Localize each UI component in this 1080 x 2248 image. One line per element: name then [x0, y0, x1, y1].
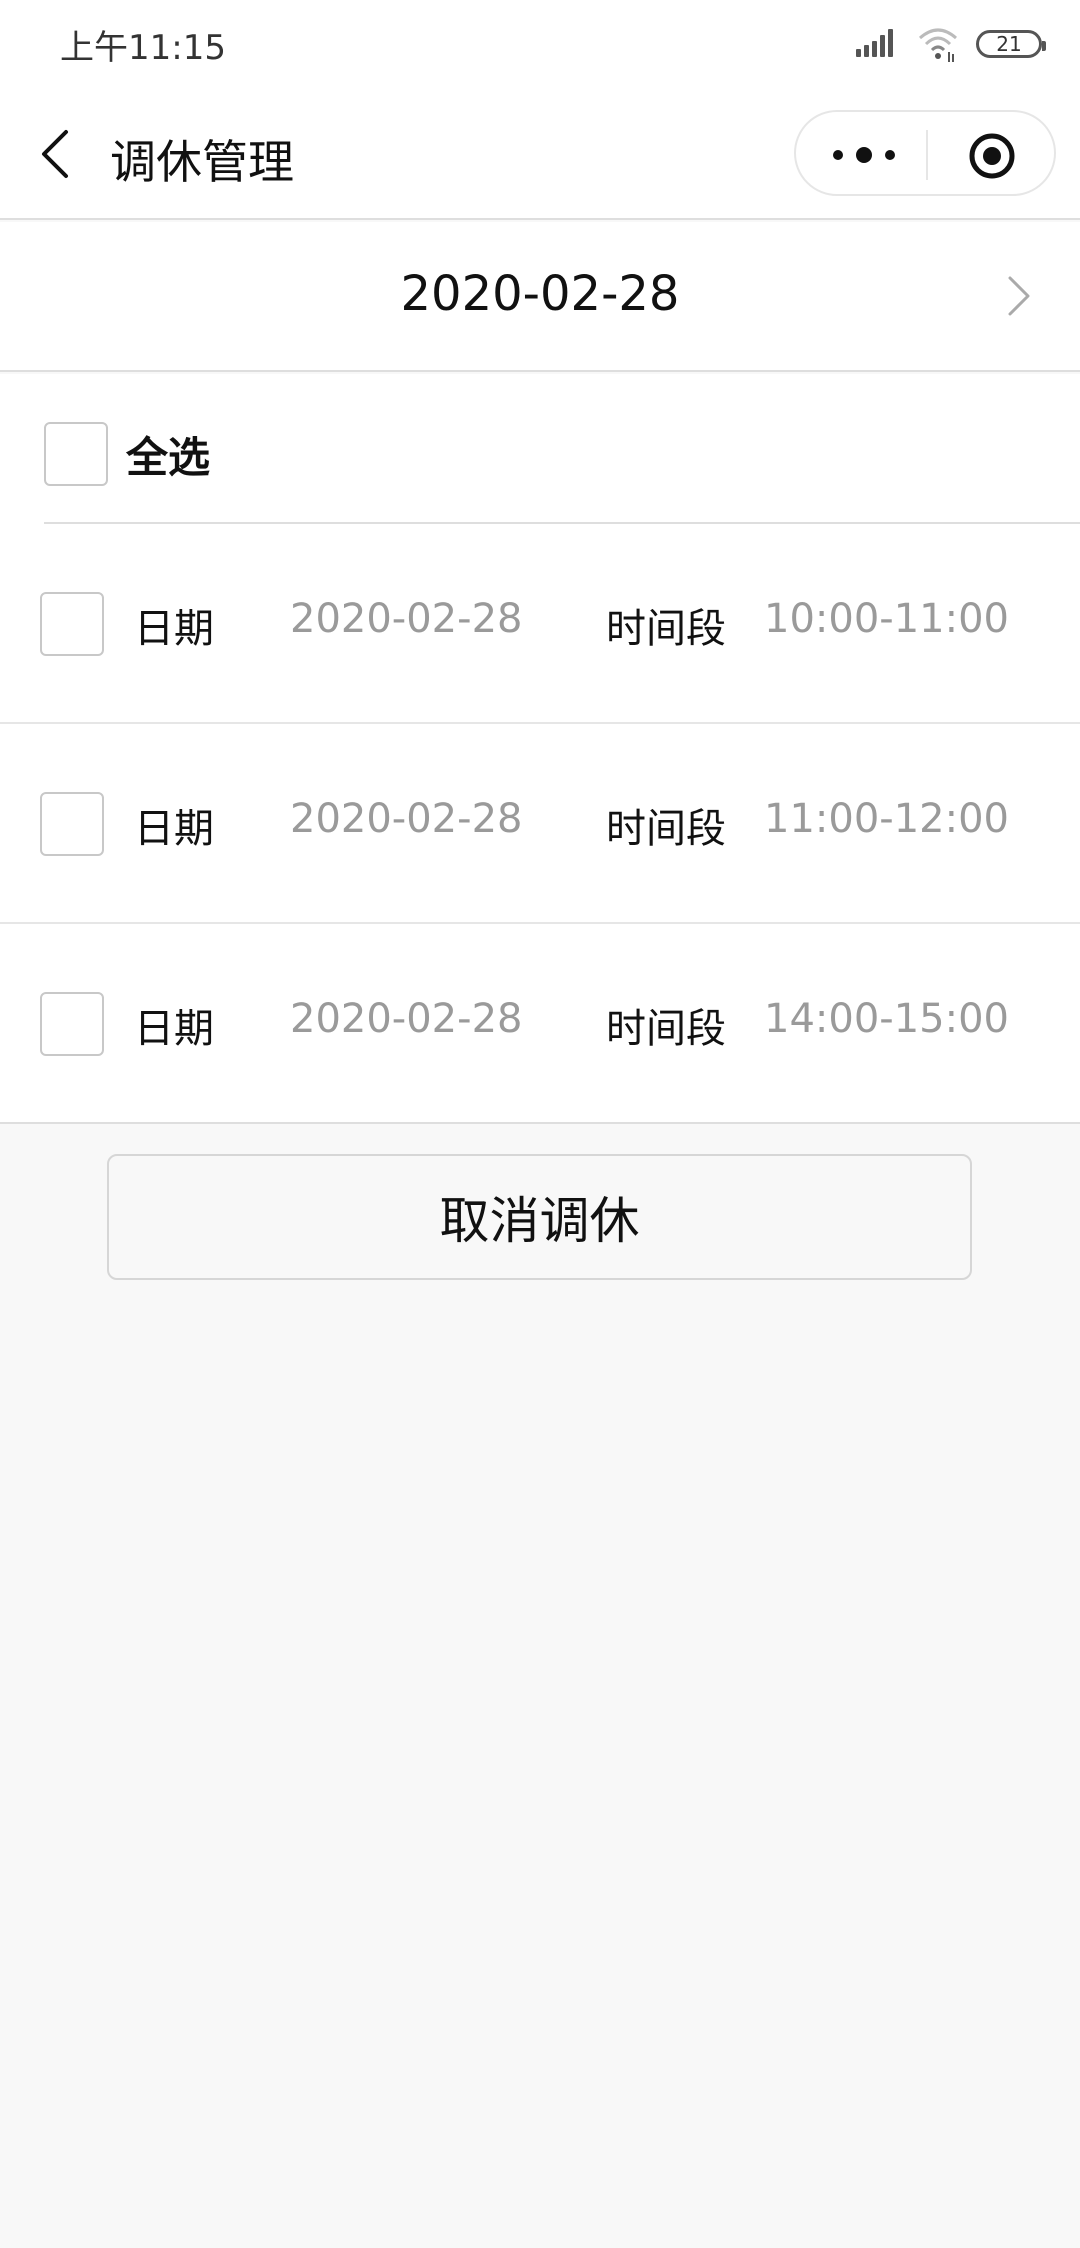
date-label: 日期	[134, 1006, 214, 1052]
select-all-row[interactable]: 全选	[0, 374, 1080, 524]
row-checkbox[interactable]	[40, 792, 104, 856]
close-target-icon[interactable]	[968, 132, 1016, 180]
status-icons: 21	[856, 24, 1046, 64]
date-label: 日期	[134, 806, 214, 852]
time-label: 时间段	[606, 606, 726, 652]
selected-date: 2020-02-28	[400, 266, 680, 322]
date-label: 日期	[134, 606, 214, 652]
cancel-leave-button[interactable]: 取消调休	[107, 1154, 972, 1280]
back-arrow-icon[interactable]	[36, 126, 80, 182]
mini-program-capsule	[794, 110, 1056, 196]
list-item[interactable]: 日期 2020-02-28 时间段 11:00-12:00	[0, 724, 1080, 924]
time-value: 11:00-12:00	[764, 796, 1009, 842]
chevron-right-icon[interactable]	[1004, 274, 1032, 318]
date-value: 2020-02-28	[290, 796, 523, 842]
list-item[interactable]: 日期 2020-02-28 时间段 10:00-11:00	[0, 524, 1080, 724]
date-selector[interactable]: 2020-02-28	[0, 222, 1080, 372]
status-time: 上午11:15	[60, 28, 226, 68]
status-bar: 上午11:15 21	[0, 0, 1080, 90]
row-checkbox[interactable]	[40, 592, 104, 656]
wifi-icon	[919, 28, 957, 62]
leave-list: 全选 日期 2020-02-28 时间段 10:00-11:00 日期 2020…	[0, 374, 1080, 1124]
battery-icon: 21	[976, 30, 1046, 58]
row-checkbox[interactable]	[40, 992, 104, 1056]
battery-level: 21	[996, 32, 1022, 56]
select-all-label: 全选	[126, 433, 211, 482]
list-item[interactable]: 日期 2020-02-28 时间段 14:00-15:00	[0, 924, 1080, 1124]
capsule-divider	[926, 130, 928, 180]
signal-icon	[856, 27, 900, 61]
time-value: 10:00-11:00	[764, 596, 1009, 642]
date-value: 2020-02-28	[290, 996, 523, 1042]
time-value: 14:00-15:00	[764, 996, 1009, 1042]
more-dots-icon[interactable]	[826, 138, 902, 172]
time-label: 时间段	[606, 1006, 726, 1052]
date-value: 2020-02-28	[290, 596, 523, 642]
select-all-checkbox[interactable]	[44, 422, 108, 486]
page-title: 调休管理	[110, 135, 294, 189]
time-label: 时间段	[606, 806, 726, 852]
nav-bar: 调休管理	[0, 90, 1080, 220]
